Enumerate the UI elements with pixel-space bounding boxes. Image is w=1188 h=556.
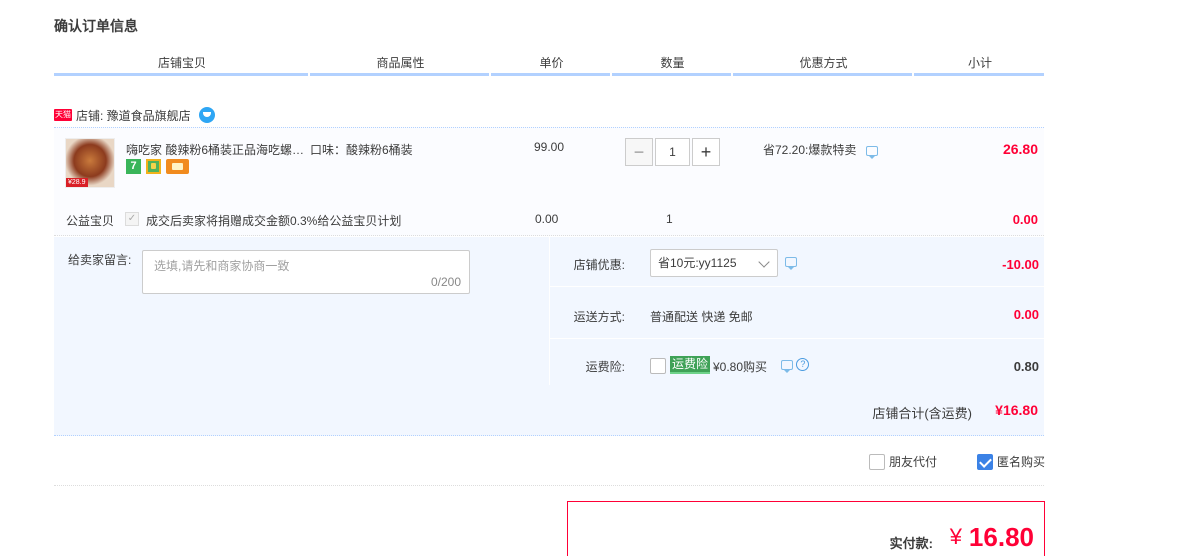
column-header-label: 商品属性 [376, 56, 425, 70]
shop-row: 天猫 店铺: 豫道食品旗舰店 [54, 104, 1044, 126]
charity-label: 公益宝贝 [66, 214, 115, 228]
column-header-subtotal: 小计 [914, 56, 1046, 76]
item-subtotal: 26.80 [1002, 141, 1038, 157]
shop-coupon-row: 店铺优惠: 省10元:yy1125 -10.00 [550, 237, 1045, 287]
column-header-label: 单价 [539, 56, 564, 70]
charity-price: 0.00 [535, 212, 559, 226]
column-header-unit-price: 单价 [491, 56, 612, 76]
seller-message-textarea[interactable]: 选填,请先和商家协商一致 0/200 [142, 250, 470, 294]
shop-coupon-amount: -10.00 [1002, 257, 1039, 272]
order-item: ¥28.9 嗨吃家 酸辣粉6桶装正品海吃螺蛳粉 7 口味：酸辣粉6桶装 99.0… [54, 127, 1044, 236]
quantity-input[interactable]: 1 [655, 138, 690, 166]
item-title-link[interactable]: 嗨吃家 酸辣粉6桶装正品海吃螺蛳粉 [126, 141, 306, 158]
tmall-icon: 天猫 [54, 109, 72, 121]
payment-summary: 实付款: ¥ 16.80 [567, 501, 1045, 556]
item-attribute: 口味：酸辣粉6桶装 [310, 143, 413, 157]
shipping-row: 运送方式: 普通配送 快递 免邮 0.00 [550, 289, 1045, 339]
column-header-attributes: 商品属性 [310, 56, 491, 76]
order-options: 店铺优惠: 省10元:yy1125 -10.00 运送方式: 普通配送 快递 免… [549, 237, 1045, 385]
seven-day-return-icon[interactable]: 7 [126, 159, 141, 174]
insurance-row: 运费险: 运费险 ¥0.80购买 ? 0.80 [550, 340, 1045, 390]
seller-message-placeholder: 选填,请先和商家协商一致 [154, 259, 290, 273]
decrease-quantity-button[interactable]: − [625, 138, 653, 166]
insurance-amount: 0.80 [1013, 359, 1039, 374]
seller-message-label: 给卖家留言: [68, 253, 132, 267]
shop-total-amount: ¥16.80 [995, 402, 1038, 418]
shipping-label: 运送方式: [573, 310, 625, 324]
item-thumbnail[interactable]: ¥28.9 [65, 138, 115, 188]
page-title: 确认订单信息 [54, 18, 138, 34]
shipping-amount: 0.00 [1013, 307, 1039, 322]
seller-message-counter: 0/200 [430, 275, 461, 289]
column-header-label: 小计 [967, 56, 992, 70]
chat-seller-icon[interactable] [198, 107, 215, 123]
column-header-shop-item: 店铺宝贝 [54, 56, 310, 76]
shop-total-row: 店铺合计(含运费) ¥16.80 [54, 385, 1044, 436]
column-header-label: 店铺宝贝 [157, 56, 206, 70]
payment-currency: ¥ [949, 524, 962, 549]
shop-coupon-label: 店铺优惠: [573, 258, 625, 272]
insurance-help: ? [781, 357, 810, 373]
anonymous-label: 匿名购买 [997, 455, 1046, 469]
insurance-badge: 运费险 [670, 356, 711, 374]
quantity-stepper: − 1 + [625, 138, 720, 166]
promotion-comment-icon[interactable] [865, 145, 878, 159]
charity-subtotal: 0.00 [1012, 212, 1038, 227]
unit-price: 99.00 [534, 140, 565, 154]
shop-name-link[interactable]: 店铺: 豫道食品旗舰店 [76, 107, 191, 124]
insurance-checkbox[interactable] [650, 358, 666, 374]
column-header-label: 优惠方式 [799, 56, 848, 70]
anonymous-checkbox[interactable] [977, 453, 993, 470]
shop-coupon-value: 省10元:yy1125 [658, 256, 737, 270]
chevron-down-icon [758, 256, 770, 268]
divider [54, 485, 1044, 486]
insurance-price: ¥0.80购买 [713, 360, 768, 374]
insurance-comment-icon[interactable] [781, 359, 793, 373]
friend-pay-label: 朋友代付 [889, 455, 938, 469]
shop-total-label: 店铺合计(含运费) [872, 406, 972, 421]
thumbnail-price-tag: ¥28.9 [66, 178, 88, 187]
help-icon[interactable]: ? [796, 358, 810, 372]
column-header-label: 数量 [660, 56, 685, 70]
payment-amount: 16.80 [968, 522, 1034, 552]
column-header-quantity: 数量 [612, 56, 733, 76]
gold-seller-icon[interactable] [146, 159, 161, 174]
charity-checkbox: ✓ [125, 212, 139, 226]
shop-coupon-select[interactable]: 省10元:yy1125 [650, 249, 778, 277]
credit-card-icon[interactable] [166, 159, 189, 174]
friend-pay-checkbox[interactable] [869, 453, 885, 470]
friend-pay-option[interactable]: 朋友代付 [869, 453, 937, 470]
anonymous-option[interactable]: 匿名购买 [977, 453, 1045, 470]
promotion-info: 省72.20:爆款特卖 [763, 141, 878, 159]
shipping-method: 普通配送 快递 免邮 [650, 310, 753, 324]
column-header-promotion: 优惠方式 [733, 56, 914, 76]
payment-label: 实付款: [889, 536, 933, 551]
coupon-comment-icon[interactable] [785, 257, 797, 270]
charity-description: 成交后卖家将捐赠成交金额0.3%给公益宝贝计划 [146, 214, 402, 228]
charity-quantity: 1 [666, 212, 673, 226]
increase-quantity-button[interactable]: + [692, 138, 720, 166]
insurance-label: 运费险: [585, 360, 625, 374]
order-extras: 给卖家留言: 选填,请先和商家协商一致 0/200 店铺优惠: 省10元:yy1… [54, 237, 1045, 385]
promotion-text: 省72.20:爆款特卖 [763, 143, 857, 157]
